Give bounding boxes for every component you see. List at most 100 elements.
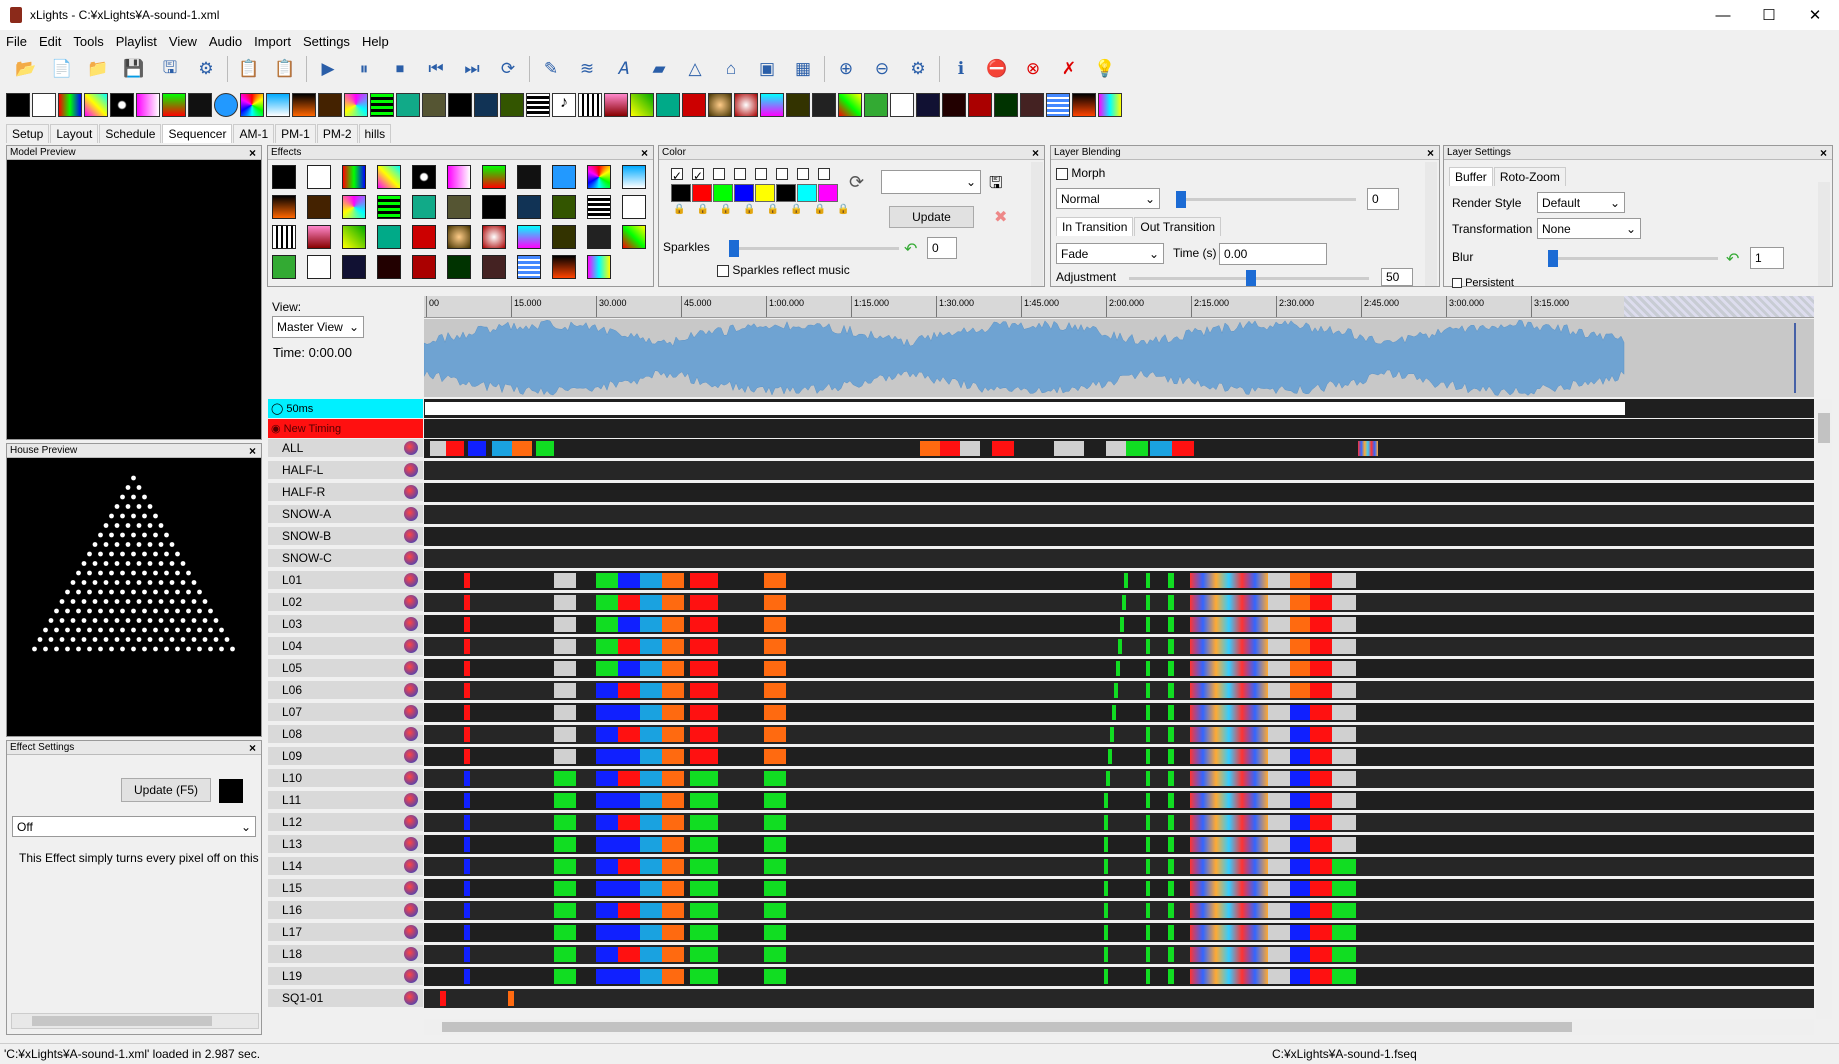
effect-block[interactable] [1290, 859, 1310, 874]
tab-pm-2[interactable]: PM-2 [317, 124, 358, 143]
radio-selected-icon[interactable]: ◉ [271, 422, 281, 435]
effect-block[interactable] [764, 969, 786, 984]
effect-type-icon[interactable] [447, 165, 471, 189]
effect-block[interactable] [764, 683, 786, 698]
palette-check-6[interactable] [776, 168, 788, 180]
effect-type-icon[interactable] [377, 225, 401, 249]
blur-slider[interactable] [1548, 257, 1718, 260]
effect-block[interactable] [640, 969, 662, 984]
tab-hills[interactable]: hills [359, 124, 392, 143]
effect-block[interactable] [464, 881, 470, 896]
render-toggle-icon[interactable] [404, 551, 418, 565]
model-row-label[interactable]: L02 [268, 593, 423, 612]
render-toggle-icon[interactable] [404, 529, 418, 543]
effect-block[interactable] [1332, 705, 1356, 720]
model-row-label[interactable]: L14 [268, 857, 423, 876]
effect-matrix-icon[interactable] [188, 93, 212, 117]
effect-type-icon[interactable] [552, 165, 576, 189]
effect-type-icon[interactable] [412, 195, 436, 219]
panel-icon[interactable]: ▣ [754, 56, 780, 82]
effect-block[interactable] [1190, 793, 1268, 808]
effect-grid-row[interactable] [424, 615, 1814, 634]
effect-block[interactable] [1268, 903, 1290, 918]
effect-block[interactable] [1104, 925, 1108, 940]
render-toggle-icon[interactable] [404, 969, 418, 983]
effect-color-wash-icon[interactable] [136, 93, 160, 117]
effect-grid-row[interactable] [424, 989, 1814, 1008]
effect-block[interactable] [464, 815, 470, 830]
effect-block[interactable] [1190, 859, 1268, 874]
effect-type-icon[interactable] [482, 255, 506, 279]
model-row-label[interactable]: L16 [268, 901, 423, 920]
effect-block[interactable] [1104, 969, 1108, 984]
effect-type-icon[interactable] [482, 165, 506, 189]
effect-block[interactable] [1290, 639, 1310, 654]
scrollbar-thumb[interactable] [442, 1022, 1572, 1032]
model-row-label[interactable]: L18 [268, 945, 423, 964]
effect-single-strand-icon[interactable] [760, 93, 784, 117]
effect-block[interactable] [1168, 617, 1174, 632]
effect-meteors-icon[interactable] [526, 93, 550, 117]
effect-block[interactable] [554, 815, 576, 830]
sparkles-reflect-music-checkbox[interactable]: Sparkles reflect music [717, 263, 850, 277]
checkbox[interactable] [717, 265, 729, 277]
effect-block[interactable] [1332, 617, 1356, 632]
effect-block[interactable] [1168, 837, 1174, 852]
effect-block[interactable] [1146, 661, 1150, 676]
effect-block[interactable] [554, 969, 576, 984]
vertical-scrollbar[interactable] [1818, 182, 1830, 286]
effect-block[interactable] [1310, 595, 1332, 610]
effect-type-icon[interactable] [272, 255, 296, 279]
effect-block[interactable] [554, 683, 576, 698]
palette-check-4[interactable] [734, 168, 746, 180]
bulb-icon[interactable]: 💡 [1092, 56, 1118, 82]
menu-edit[interactable]: Edit [39, 34, 61, 49]
vertical-scrollbar[interactable] [1031, 162, 1043, 286]
effect-block[interactable] [662, 903, 684, 918]
effect-type-icon[interactable] [517, 255, 541, 279]
render-toggle-icon[interactable] [404, 661, 418, 675]
effect-grid-row[interactable] [424, 813, 1814, 832]
tab-sequencer[interactable]: Sequencer [162, 124, 232, 143]
effect-block[interactable] [640, 947, 662, 962]
close-icon[interactable]: × [249, 146, 256, 160]
house-icon[interactable]: ⌂ [718, 56, 744, 82]
render-toggle-icon[interactable] [404, 595, 418, 609]
effect-block[interactable] [1332, 771, 1356, 786]
scrollbar-thumb[interactable] [32, 1016, 212, 1026]
effect-block[interactable] [554, 639, 576, 654]
effect-fire-icon[interactable] [292, 93, 316, 117]
slider-thumb[interactable] [729, 240, 739, 257]
menu-settings[interactable]: Settings [303, 34, 350, 49]
zoom-out-icon[interactable]: ⊖ [869, 56, 895, 82]
palette-color-swatch[interactable] [797, 184, 817, 202]
effect-block[interactable] [1290, 705, 1310, 720]
tab-schedule[interactable]: Schedule [99, 124, 161, 143]
info-icon[interactable]: ℹ [948, 56, 974, 82]
effect-block[interactable] [464, 573, 470, 588]
effect-type-icon[interactable] [307, 165, 331, 189]
effect-block[interactable] [596, 925, 618, 940]
effect-block[interactable] [764, 573, 786, 588]
effect-block[interactable] [1168, 793, 1174, 808]
tab-am-1[interactable]: AM-1 [233, 124, 274, 143]
effect-block[interactable] [640, 859, 662, 874]
effect-block[interactable] [640, 771, 662, 786]
clipboard-icon[interactable]: 📋 [236, 56, 262, 82]
transition-select[interactable]: Fade ⌄ [1056, 243, 1164, 264]
effect-block[interactable] [618, 749, 640, 764]
effect-block[interactable] [554, 903, 576, 918]
effect-block[interactable] [618, 969, 640, 984]
effect-block[interactable] [1332, 837, 1356, 852]
effect-block[interactable] [596, 727, 618, 742]
effect-face-icon[interactable] [214, 93, 238, 117]
effect-block[interactable] [1124, 573, 1128, 588]
effect-type-icon[interactable] [412, 225, 436, 249]
palette-check-5[interactable] [755, 168, 767, 180]
effect-block[interactable] [690, 727, 718, 742]
effect-select[interactable]: Off ⌄ [12, 816, 256, 837]
effect-block[interactable] [1190, 969, 1268, 984]
effect-grid-row[interactable] [424, 923, 1814, 942]
effect-block[interactable] [554, 837, 576, 852]
render-style-select[interactable]: Default ⌄ [1537, 192, 1625, 213]
